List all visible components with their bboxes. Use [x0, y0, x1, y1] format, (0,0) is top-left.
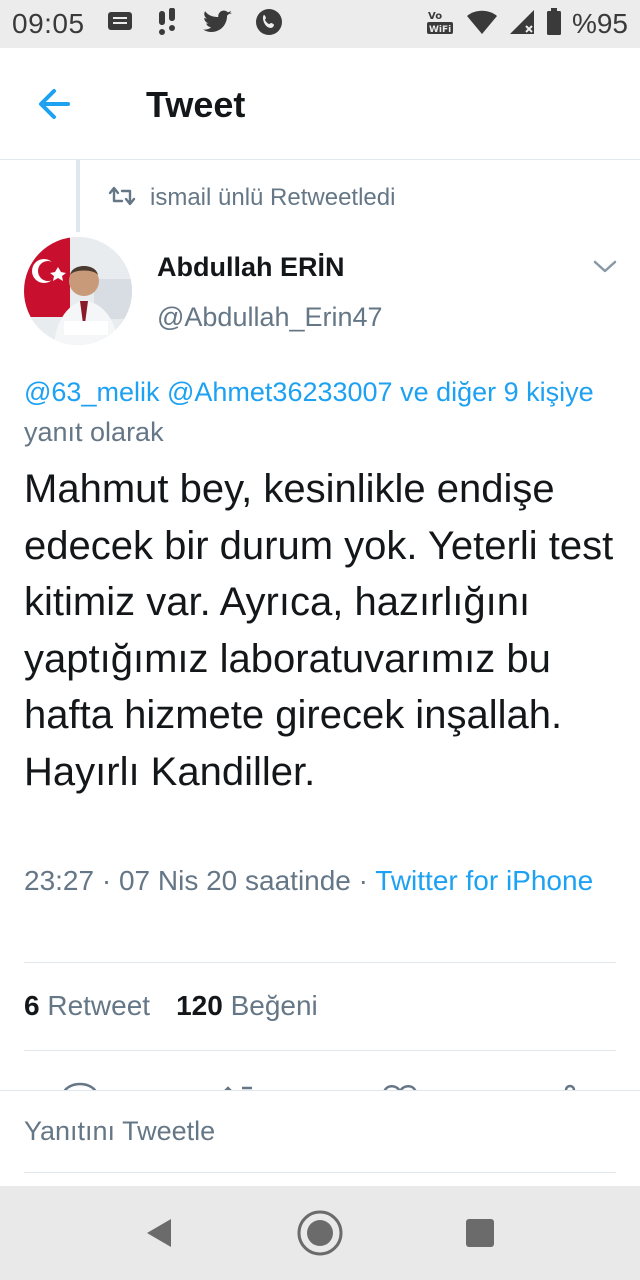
system-icons: Vo WiFi %95	[426, 7, 628, 42]
android-nav-bar	[0, 1186, 640, 1280]
svg-text:WiFi: WiFi	[429, 25, 451, 35]
tips-icon	[155, 7, 181, 41]
mention-link[interactable]: @63_melik	[24, 377, 159, 407]
battery-icon	[546, 7, 562, 41]
svg-text:Vo: Vo	[428, 11, 442, 22]
reply-to-line: @63_melik @Ahmet36233007 ve diğer 9 kişi…	[24, 372, 614, 452]
twitter-bird-icon	[202, 10, 233, 39]
reply-to-suffix: yanıt olarak	[24, 417, 164, 447]
status-time: 09:05	[12, 8, 85, 39]
reply-input[interactable]	[24, 1091, 616, 1173]
author-handle[interactable]: @Abdullah_Erin47	[157, 302, 383, 333]
home-circle-icon[interactable]	[295, 1208, 345, 1258]
retweeted-by-label: ismail ünlü Retweetledi	[150, 184, 396, 211]
reply-composer	[0, 1090, 640, 1187]
thread-line	[76, 160, 80, 232]
tweet-timestamp: 23:27 · 07 Nis 20 saatinde ·	[24, 865, 368, 896]
retweet-stat-label: Retweet	[47, 990, 151, 1021]
chevron-down-icon[interactable]	[592, 256, 618, 276]
mention-link[interactable]: @Ahmet36233007	[167, 377, 393, 407]
retweet-icon	[108, 185, 136, 212]
divider	[24, 962, 616, 963]
tweet-source-link[interactable]: Twitter for iPhone	[375, 865, 593, 896]
volte-wifi-icon: Vo WiFi	[426, 7, 456, 42]
page-title: Tweet	[146, 84, 246, 125]
others-link[interactable]: ve diğer 9 kişiye	[400, 377, 594, 407]
app-header: Tweet	[0, 48, 640, 160]
battery-percent: %95	[571, 8, 628, 39]
notification-icons	[107, 7, 283, 41]
like-stat-label: Beğeni	[230, 990, 318, 1021]
signal-icon	[508, 8, 536, 41]
status-bar: 09:05 Vo WiFi %95	[0, 0, 640, 48]
retweet-count: 6	[24, 990, 40, 1021]
message-icon	[107, 10, 133, 39]
tweet-actions	[0, 1052, 640, 1092]
tweet-meta: 23:27 · 07 Nis 20 saatinde · Twitter for…	[24, 861, 604, 901]
wifi-icon	[466, 9, 498, 40]
divider	[24, 1050, 616, 1051]
retweet-stat[interactable]: 6 Retweet	[24, 990, 150, 1022]
author-name[interactable]: Abdullah ERİN	[157, 252, 345, 283]
tweet-text: Mahmut bey, kesinlikle endişe edecek bir…	[24, 467, 614, 794]
retweeted-by[interactable]: ismail ünlü Retweetledi	[108, 184, 395, 212]
recents-square-icon[interactable]	[455, 1208, 505, 1258]
phone-icon	[255, 8, 283, 41]
like-stat[interactable]: 120 Beğeni	[176, 990, 318, 1022]
avatar[interactable]	[24, 237, 132, 345]
tweet-stats: 6 Retweet 120 Beğeni	[24, 990, 318, 1022]
back-triangle-icon[interactable]	[134, 1208, 184, 1258]
back-arrow-icon[interactable]	[34, 84, 74, 124]
like-count: 120	[176, 990, 223, 1021]
